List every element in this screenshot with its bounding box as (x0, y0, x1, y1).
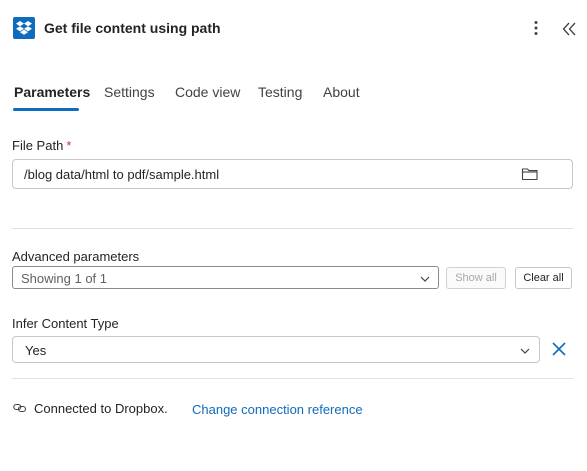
tab-parameters[interactable]: Parameters (14, 84, 90, 108)
infer-content-type-label: Infer Content Type (12, 316, 119, 331)
folder-icon[interactable] (521, 166, 539, 187)
section-divider (12, 378, 573, 379)
file-path-value: /blog data/html to pdf/sample.html (24, 167, 220, 182)
link-icon (13, 401, 27, 419)
section-divider (12, 228, 573, 229)
show-all-button[interactable]: Show all (446, 267, 506, 289)
advanced-parameters-label: Advanced parameters (12, 249, 140, 264)
collapse-panel-button[interactable] (560, 19, 578, 39)
close-icon (552, 342, 566, 356)
dropbox-icon (13, 17, 35, 39)
more-vertical-icon (534, 21, 538, 35)
more-options-button[interactable] (528, 18, 544, 38)
tab-about[interactable]: About (323, 84, 360, 108)
tab-code-view[interactable]: Code view (175, 84, 240, 108)
double-chevron-left-icon (562, 22, 576, 36)
connection-status: Connected to Dropbox. (34, 401, 168, 416)
advanced-parameters-selected: Showing 1 of 1 (21, 271, 108, 286)
infer-content-type-selected: Yes (25, 343, 47, 358)
clear-all-button[interactable]: Clear all (515, 267, 572, 289)
chevron-down-icon (419, 272, 431, 290)
tab-settings[interactable]: Settings (104, 84, 155, 108)
file-path-input[interactable]: /blog data/html to pdf/sample.html (12, 159, 573, 189)
page-title: Get file content using path (44, 20, 221, 36)
infer-content-type-dropdown[interactable]: Yes (12, 336, 540, 363)
active-tab-indicator (13, 108, 79, 111)
panel-header: Get file content using path (0, 0, 587, 56)
file-path-label-text: File Path (12, 138, 64, 153)
chevron-down-icon (519, 344, 531, 362)
tab-bar: Parameters Settings Code view Testing Ab… (0, 84, 587, 114)
tab-testing[interactable]: Testing (258, 84, 302, 108)
change-connection-link[interactable]: Change connection reference (192, 402, 363, 417)
required-marker: * (66, 138, 72, 153)
advanced-parameters-dropdown[interactable]: Showing 1 of 1 (12, 266, 439, 289)
remove-parameter-button[interactable] (550, 340, 568, 358)
file-path-label: File Path * (12, 138, 71, 153)
